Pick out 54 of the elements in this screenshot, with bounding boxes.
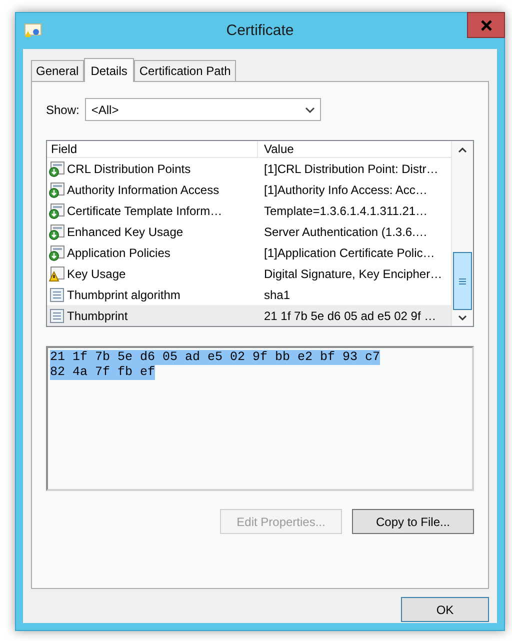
certificate-icon <box>24 23 42 39</box>
field-name: Enhanced Key Usage <box>67 224 184 240</box>
scrollbar[interactable] <box>451 141 473 326</box>
property-icon <box>49 286 65 302</box>
field-name: Certificate Template Inform… <box>67 202 222 220</box>
tab[interactable]: Certification Path <box>134 60 236 81</box>
certificate-extension-icon <box>49 160 65 176</box>
certificate-extension-icon <box>49 224 65 240</box>
field-value: 21 1f 7b 5e d6 05 ad e5 02 9f … <box>263 308 436 324</box>
list-row[interactable]: Key Usage Digital Signature, Key Encipher… <box>47 263 451 284</box>
field-name: Application Policies <box>67 244 170 262</box>
field-value: [1]Application Certificate Polic… <box>263 244 435 262</box>
field-value: sha1 <box>263 286 290 304</box>
field-name: Thumbprint <box>67 308 128 324</box>
list-row[interactable]: Application Policies [1]Application Certificate Polic… <box>47 242 451 263</box>
tab[interactable]: Details <box>84 58 134 82</box>
column-header[interactable]: Field <box>47 141 258 157</box>
field-value: Server Authentication (1.3.6.… <box>263 224 428 240</box>
field-value: Template=1.3.6.1.4.1.311.21… <box>263 202 428 220</box>
property-icon <box>49 308 65 324</box>
warning-icon <box>49 266 65 282</box>
field-value: Digital Signature, Key Encipher… <box>263 266 442 282</box>
list-row[interactable]: Thumbprint algorithm sha1 <box>47 284 451 305</box>
certificate-extension-icon <box>49 244 65 260</box>
list-row[interactable]: CRL Distribution Points [1]CRL Distribution Point: Distr… <box>47 158 451 179</box>
list-row[interactable]: Certificate Template Inform… Template=1.3.6.1.4.1.311.21… <box>47 200 451 221</box>
field-name: Key Usage <box>67 266 126 282</box>
list-row[interactable]: Authority Information Access [1]Authority Info Access: Acc… <box>47 179 451 200</box>
thumbprint-text: 82 4a 7f fb ef <box>50 365 156 380</box>
chevron-down-icon <box>305 106 316 112</box>
value-text-area[interactable]: 21 1f 7b 5e d6 05 ad e5 02 9f bb e2 bf 93 c7 82 4a 7f fb ef <box>46 346 474 491</box>
scroll-down-icon <box>458 315 467 321</box>
field-name: CRL Distribution Points <box>67 160 191 178</box>
thumbprint-text: 21 1f 7b 5e d6 05 ad e5 02 9f bb e2 bf 93 c7 <box>50 350 380 365</box>
column-header[interactable]: Value <box>258 141 451 157</box>
field-name: Thumbprint algorithm <box>67 286 180 304</box>
show-label: Show: <box>46 102 80 118</box>
close-button[interactable] <box>467 12 505 38</box>
show-dropdown[interactable]: <All> <box>85 98 322 121</box>
field-name: Authority Information Access <box>67 182 220 198</box>
field-value: [1]CRL Distribution Point: Distr… <box>263 160 438 178</box>
tab[interactable]: General <box>31 60 84 81</box>
ok-button[interactable]: OK <box>401 597 489 622</box>
certificate-extension-icon <box>49 182 65 198</box>
certificate-extension-icon <box>49 202 65 218</box>
field-value: [1]Authority Info Access: Acc… <box>263 182 428 198</box>
window-title: Certificate <box>225 20 295 41</box>
action-button[interactable]: Copy to File... <box>352 509 474 534</box>
grip-icon <box>459 278 466 284</box>
list-row[interactable]: Enhanced Key Usage Server Authentication (1.3.6.… <box>47 221 451 242</box>
close-icon <box>480 20 492 30</box>
scroll-up-icon <box>458 147 467 153</box>
scroll-thumb[interactable] <box>453 252 472 310</box>
list-row[interactable]: Thumbprint 21 1f 7b 5e d6 05 ad e5 02 9f … <box>47 305 451 326</box>
